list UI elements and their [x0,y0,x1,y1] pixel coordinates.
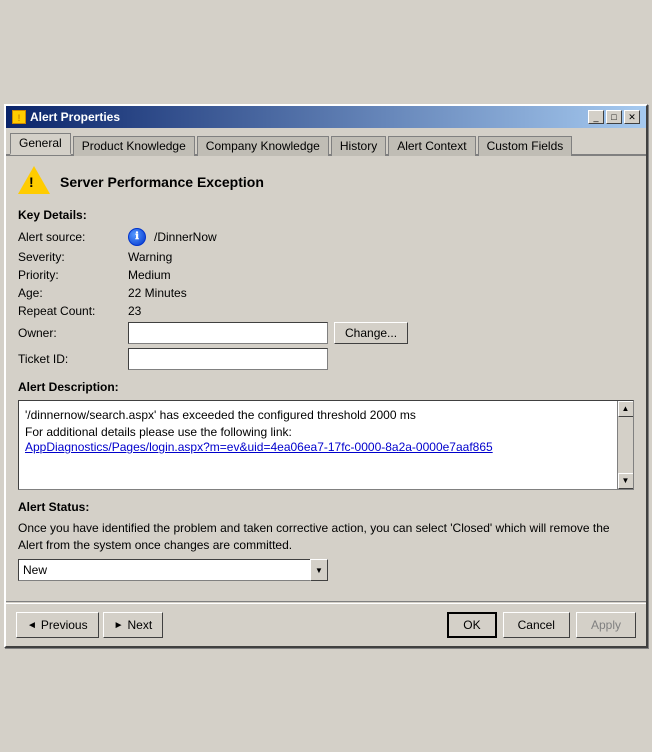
separator-line1 [6,601,646,602]
alert-title: Server Performance Exception [60,174,264,190]
main-content: Server Performance Exception Key Details… [6,156,646,602]
tabs-bar: General Product Knowledge Company Knowle… [6,128,646,156]
alert-source-row: Alert source: ℹ /DinnerNow [18,228,634,246]
next-button[interactable]: ► Next [103,612,164,638]
bottom-bar: ◄ Previous ► Next OK Cancel Apply [6,604,646,646]
alert-source-icon: ℹ [128,228,146,246]
tab-history[interactable]: History [331,136,386,156]
key-details-section: Key Details: Alert source: ℹ /DinnerNow … [18,208,634,370]
tab-custom-fields[interactable]: Custom Fields [478,136,573,156]
window-icon: ! [12,110,26,124]
owner-label: Owner: [18,326,128,340]
description-line1: '/dinnernow/search.aspx' has exceeded th… [25,407,609,424]
next-arrow-icon: ► [114,620,124,631]
alert-properties-window: ! Alert Properties _ □ ✕ General Product… [4,104,648,649]
tab-alert-context[interactable]: Alert Context [388,136,475,156]
severity-value: Warning [128,250,172,264]
description-section: Alert Description: '/dinnernow/search.as… [18,380,634,490]
age-row: Age: 22 Minutes [18,286,634,300]
key-details-label: Key Details: [18,208,634,222]
alert-source-value: /DinnerNow [154,230,217,244]
owner-input[interactable] [128,322,328,344]
alert-header: Server Performance Exception [18,166,634,198]
cancel-button[interactable]: Cancel [503,612,570,638]
change-button[interactable]: Change... [334,322,408,344]
scroll-down-button[interactable]: ▼ [618,473,634,489]
ticket-id-row: Ticket ID: [18,348,634,370]
age-value: 22 Minutes [128,286,187,300]
action-buttons: OK Cancel Apply [447,612,636,638]
status-section: Alert Status: Once you have identified t… [18,500,634,582]
description-line2: For additional details please use the fo… [25,424,609,441]
description-section-label: Alert Description: [18,380,634,394]
priority-row: Priority: Medium [18,268,634,282]
title-bar: ! Alert Properties _ □ ✕ [6,106,646,128]
priority-label: Priority: [18,268,128,282]
severity-row: Severity: Warning [18,250,634,264]
nav-buttons: ◄ Previous ► Next [16,612,163,638]
priority-value: Medium [128,268,171,282]
title-bar-title: ! Alert Properties [12,110,120,124]
owner-row: Owner: Change... [18,322,634,344]
apply-button[interactable]: Apply [576,612,636,638]
tab-general[interactable]: General [10,133,71,155]
repeat-count-label: Repeat Count: [18,304,128,318]
scroll-track[interactable] [618,417,633,473]
tab-product-knowledge[interactable]: Product Knowledge [73,136,195,156]
repeat-count-row: Repeat Count: 23 [18,304,634,318]
title-bar-controls: _ □ ✕ [588,110,640,124]
description-scrollbar: ▲ ▼ [617,401,633,489]
ticket-id-input[interactable] [128,348,328,370]
severity-label: Severity: [18,250,128,264]
status-dropdown-wrapper: New Acknowledged Closed ▼ [18,559,328,581]
scroll-up-button[interactable]: ▲ [618,401,634,417]
status-description: Once you have identified the problem and… [18,520,634,554]
maximize-button[interactable]: □ [606,110,622,124]
close-button[interactable]: ✕ [624,110,640,124]
previous-button[interactable]: ◄ Previous [16,612,99,638]
alert-source-label: Alert source: [18,230,128,244]
age-label: Age: [18,286,128,300]
status-section-label: Alert Status: [18,500,634,514]
description-link[interactable]: AppDiagnostics/Pages/login.aspx?m=ev&uid… [25,440,493,454]
ok-button[interactable]: OK [447,612,496,638]
status-dropdown[interactable]: New Acknowledged Closed [18,559,328,581]
repeat-count-value: 23 [128,304,141,318]
ticket-id-label: Ticket ID: [18,352,128,366]
minimize-button[interactable]: _ [588,110,604,124]
warning-icon [18,166,50,198]
prev-arrow-icon: ◄ [27,620,37,631]
description-box: '/dinnernow/search.aspx' has exceeded th… [18,400,634,490]
tab-company-knowledge[interactable]: Company Knowledge [197,136,329,156]
